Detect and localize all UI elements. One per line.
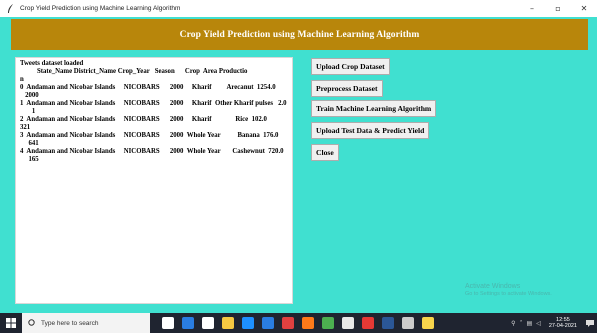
watermark-title: Activate Windows (465, 283, 521, 290)
window-title: Crop Yield Prediction using Machine Lear… (20, 5, 181, 12)
output-text-area[interactable]: Tweets dataset loaded State_Name Distric… (15, 57, 293, 304)
word-icon[interactable] (382, 317, 394, 329)
search-icon (28, 319, 35, 326)
minimize-button[interactable]: – (519, 0, 545, 17)
clock[interactable]: 12:55 27-04-2021 (549, 317, 577, 329)
output-line: 3 Andaman and Nicobar Islands NICOBARS 2… (20, 132, 279, 139)
output-line: 1 (20, 108, 36, 115)
output-line: 165 (20, 156, 39, 163)
maximize-button[interactable]: ▫ (545, 0, 571, 17)
banner-title: Crop Yield Prediction using Machine Lear… (179, 29, 420, 40)
taskbar: Type here to search ⚲ ˄ ▤ ◁ 12:55 27-04-… (0, 313, 597, 333)
media-icon[interactable] (282, 317, 294, 329)
taskbar-search[interactable]: Type here to search (22, 313, 150, 333)
train-ml-algorithm-button[interactable]: Train Machine Learning Algorithm (311, 100, 437, 117)
firefox-icon[interactable] (302, 317, 314, 329)
close-button[interactable]: Close (311, 144, 339, 161)
file-explorer-icon[interactable] (222, 317, 234, 329)
output-line: 0 Andaman and Nicobar Islands NICOBARS 2… (20, 84, 276, 91)
clock-date: 27-04-2021 (548, 323, 577, 329)
activate-windows-watermark: Activate Windows Go to Settings to activ… (465, 283, 552, 297)
edge-icon[interactable] (182, 317, 194, 329)
start-button[interactable] (0, 313, 22, 333)
ie-icon[interactable] (242, 317, 254, 329)
app-banner: Crop Yield Prediction using Machine Lear… (11, 19, 588, 50)
output-line: State_Name District_Name Crop_Year Seaso… (20, 68, 248, 75)
output-line: Tweets dataset loaded (20, 60, 84, 67)
photos-icon[interactable] (342, 317, 354, 329)
feather-icon (6, 3, 15, 14)
output-line: 2000 (20, 92, 39, 99)
output-line: n (20, 76, 24, 83)
output-line: 641 (20, 140, 39, 147)
python-icon[interactable] (422, 317, 434, 329)
upload-crop-dataset-button[interactable]: Upload Crop Dataset (311, 58, 390, 75)
preprocess-dataset-button[interactable]: Preprocess Dataset (311, 80, 383, 97)
folder-icon[interactable] (362, 317, 374, 329)
notification-icon[interactable] (583, 313, 597, 333)
chevron-up-icon[interactable]: ˄ (520, 320, 523, 327)
chrome-icon[interactable] (322, 317, 334, 329)
output-line: 1 Andaman and Nicobar Islands NICOBARS 2… (20, 100, 287, 107)
system-tray: ⚲ ˄ ▤ ◁ 12:55 27-04-2021 (509, 313, 597, 333)
store-icon[interactable] (202, 317, 214, 329)
search-placeholder: Type here to search (41, 319, 99, 327)
people-icon[interactable]: ⚲ (511, 320, 515, 327)
output-line: 4 Andaman and Nicobar Islands NICOBARS 2… (20, 148, 284, 155)
terminal-icon[interactable] (402, 317, 414, 329)
network-icon[interactable]: ▤ (527, 320, 533, 327)
window-titlebar: Crop Yield Prediction using Machine Lear… (0, 0, 597, 17)
task-view-icon[interactable] (162, 317, 174, 329)
volume-icon[interactable]: ◁ (536, 320, 541, 327)
close-window-button[interactable]: ✕ (571, 0, 597, 17)
output-line: 2 Andaman and Nicobar Islands NICOBARS 2… (20, 116, 267, 123)
predict-yield-button[interactable]: Upload Test Data & Predict Yield (311, 122, 430, 139)
output-line: 321 (20, 124, 31, 131)
watermark-subtitle: Go to Settings to activate Windows. (465, 291, 552, 297)
mail-icon[interactable] (262, 317, 274, 329)
windows-logo-icon (6, 318, 16, 328)
